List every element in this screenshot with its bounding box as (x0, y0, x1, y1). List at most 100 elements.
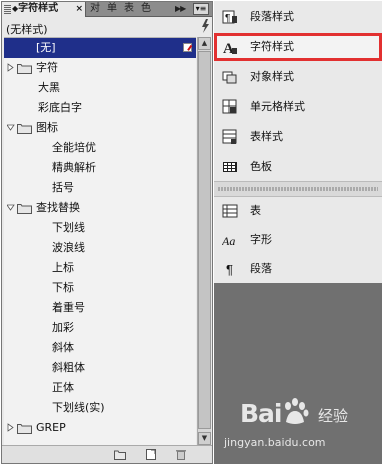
watermark-url: jingyan.baidu.com (224, 436, 326, 449)
menu-item-label: 字形 (250, 233, 272, 246)
style-label: 精典解析 (52, 161, 96, 174)
style-label: 图标 (36, 121, 58, 134)
menu-item-label: 段落样式 (250, 10, 294, 23)
style-label: 正体 (52, 381, 74, 394)
style-label: 下划线 (52, 221, 85, 234)
svg-text:¶: ¶ (226, 262, 233, 277)
style-label: 着重号 (52, 301, 85, 314)
style-row[interactable]: 大黑 (4, 78, 196, 98)
tab-table-styles[interactable]: 表 (124, 2, 134, 17)
pencil-icon (183, 43, 192, 52)
new-group-icon[interactable] (114, 449, 126, 460)
watermark-brand: Bai (240, 399, 282, 428)
character-styles-panel: ◆字符样式 × 对 单 表 色 ▶▶ ▾≡ (无样式) [无] 字符大黑彩底白字图… (1, 1, 213, 464)
tab-cell-styles[interactable]: 单 (107, 2, 117, 17)
current-style-label: (无样式) (6, 23, 48, 36)
panel-tabbar: ◆字符样式 × 对 单 表 色 ▶▶ ▾≡ (2, 2, 212, 17)
style-label: 字符 (36, 61, 58, 74)
character-style-icon: A (223, 41, 237, 55)
menu-item-paragraph-style[interactable]: ¶ 段落样式 (214, 3, 382, 31)
style-group-row[interactable]: 查找替换 (4, 198, 196, 218)
delete-icon[interactable] (175, 449, 187, 460)
menu-item-cell-style[interactable]: 单元格样式 (214, 93, 382, 121)
scroll-down-arrow-icon[interactable]: ▼ (198, 432, 211, 445)
menu-item-glyphs[interactable]: Aa 字形 (214, 226, 382, 254)
menu-item-label: 表 (250, 204, 261, 217)
scroll-up-arrow-icon[interactable]: ▲ (198, 37, 211, 50)
style-label: 查找替换 (36, 201, 80, 214)
style-row[interactable]: 斜体 (4, 338, 196, 358)
scroll-thumb[interactable] (198, 51, 211, 429)
menu-top-section: ¶ 段落样式 A 字符样式对象样式单元格样式表样式色板 (214, 1, 382, 181)
menu-item-swatches[interactable]: 色板 (214, 153, 382, 181)
panel-bottom-bar (2, 445, 212, 463)
style-label: 括号 (52, 181, 74, 194)
menu-item-table-style[interactable]: 表样式 (214, 123, 382, 151)
style-row[interactable]: 下划线 (4, 218, 196, 238)
style-row[interactable]: 彩底白字 (4, 98, 196, 118)
tab-swatches[interactable]: 色 (141, 2, 151, 17)
object-style-icon (222, 71, 237, 84)
style-row[interactable]: 波浪线 (4, 238, 196, 258)
style-label: 斜粗体 (52, 361, 85, 374)
svg-text:Aa: Aa (222, 234, 235, 248)
style-group-row[interactable]: 字符 (4, 58, 196, 78)
style-row[interactable]: 正体 (4, 378, 196, 398)
style-label: 全能培优 (52, 141, 96, 154)
tab-character-styles[interactable]: ◆字符样式 × (2, 2, 86, 17)
menu-item-paragraph[interactable]: ¶ 段落 (214, 255, 382, 283)
style-label: 加彩 (52, 321, 74, 334)
more-tabs-icon[interactable]: ▶▶ (175, 2, 186, 16)
close-icon[interactable]: × (75, 2, 83, 16)
swatches-icon (223, 162, 237, 172)
baidu-paw-logo (285, 398, 309, 424)
expanded-folder-icon[interactable] (7, 123, 33, 134)
paragraph-icon: ¶ (226, 262, 233, 277)
style-row[interactable]: 精典解析 (4, 158, 196, 178)
menu-item-label: 单元格样式 (250, 100, 305, 113)
menu-item-object-style[interactable]: 对象样式 (214, 63, 382, 91)
style-group-row[interactable]: 图标 (4, 118, 196, 138)
menu-item-label: 对象样式 (250, 70, 294, 83)
menu-item-label: 色板 (250, 160, 272, 173)
style-list: [无] 字符大黑彩底白字图标全能培优精典解析括号查找替换下划线波浪线上标下标着重号… (4, 37, 196, 445)
quick-apply-icon[interactable] (201, 19, 210, 33)
scrollbar[interactable]: ▲ ▼ (197, 37, 211, 445)
style-group-row[interactable]: GREP (4, 418, 196, 438)
watermark-brand-tail: 经验 (318, 407, 349, 425)
style-label: 大黑 (38, 81, 60, 94)
collapsed-folder-icon[interactable] (7, 423, 33, 434)
style-row[interactable]: 斜粗体 (4, 358, 196, 378)
glyphs-icon: Aa (222, 234, 235, 248)
svg-text:¶: ¶ (225, 13, 230, 24)
style-label: 上标 (52, 261, 74, 274)
style-label: 斜体 (52, 341, 74, 354)
style-row[interactable]: 下标 (4, 278, 196, 298)
menu-item-label: 表样式 (250, 130, 283, 143)
cell-style-icon (222, 99, 237, 114)
style-label: [无] (36, 41, 56, 54)
panel-menu-button[interactable]: ▾≡ (193, 3, 209, 15)
menu-item-character-style[interactable]: A 字符样式 (214, 33, 382, 61)
tab-label: 字符样式 (18, 3, 59, 14)
style-label: 彩底白字 (38, 101, 82, 114)
style-label: 下标 (52, 281, 74, 294)
style-row[interactable]: 全能培优 (4, 138, 196, 158)
style-row[interactable]: 着重号 (4, 298, 196, 318)
menu-item-label: 字符样式 (250, 40, 294, 53)
new-style-icon[interactable] (145, 449, 157, 460)
menu-item-table[interactable]: 表 (214, 197, 382, 225)
style-label: 下划线(实) (52, 401, 105, 414)
style-row[interactable]: 加彩 (4, 318, 196, 338)
style-row[interactable]: 括号 (4, 178, 196, 198)
collapsed-folder-icon[interactable] (7, 63, 33, 74)
expanded-folder-icon[interactable] (7, 203, 33, 214)
menu-item-label: 段落 (250, 262, 272, 275)
tab-object-styles[interactable]: 对 (90, 2, 100, 17)
style-label: GREP (36, 421, 66, 434)
style-row[interactable]: 上标 (4, 258, 196, 278)
style-row[interactable]: 下划线(实) (4, 398, 196, 418)
style-label: 波浪线 (52, 241, 85, 254)
style-row[interactable]: [无] (4, 38, 196, 58)
menu-separator (214, 181, 382, 197)
